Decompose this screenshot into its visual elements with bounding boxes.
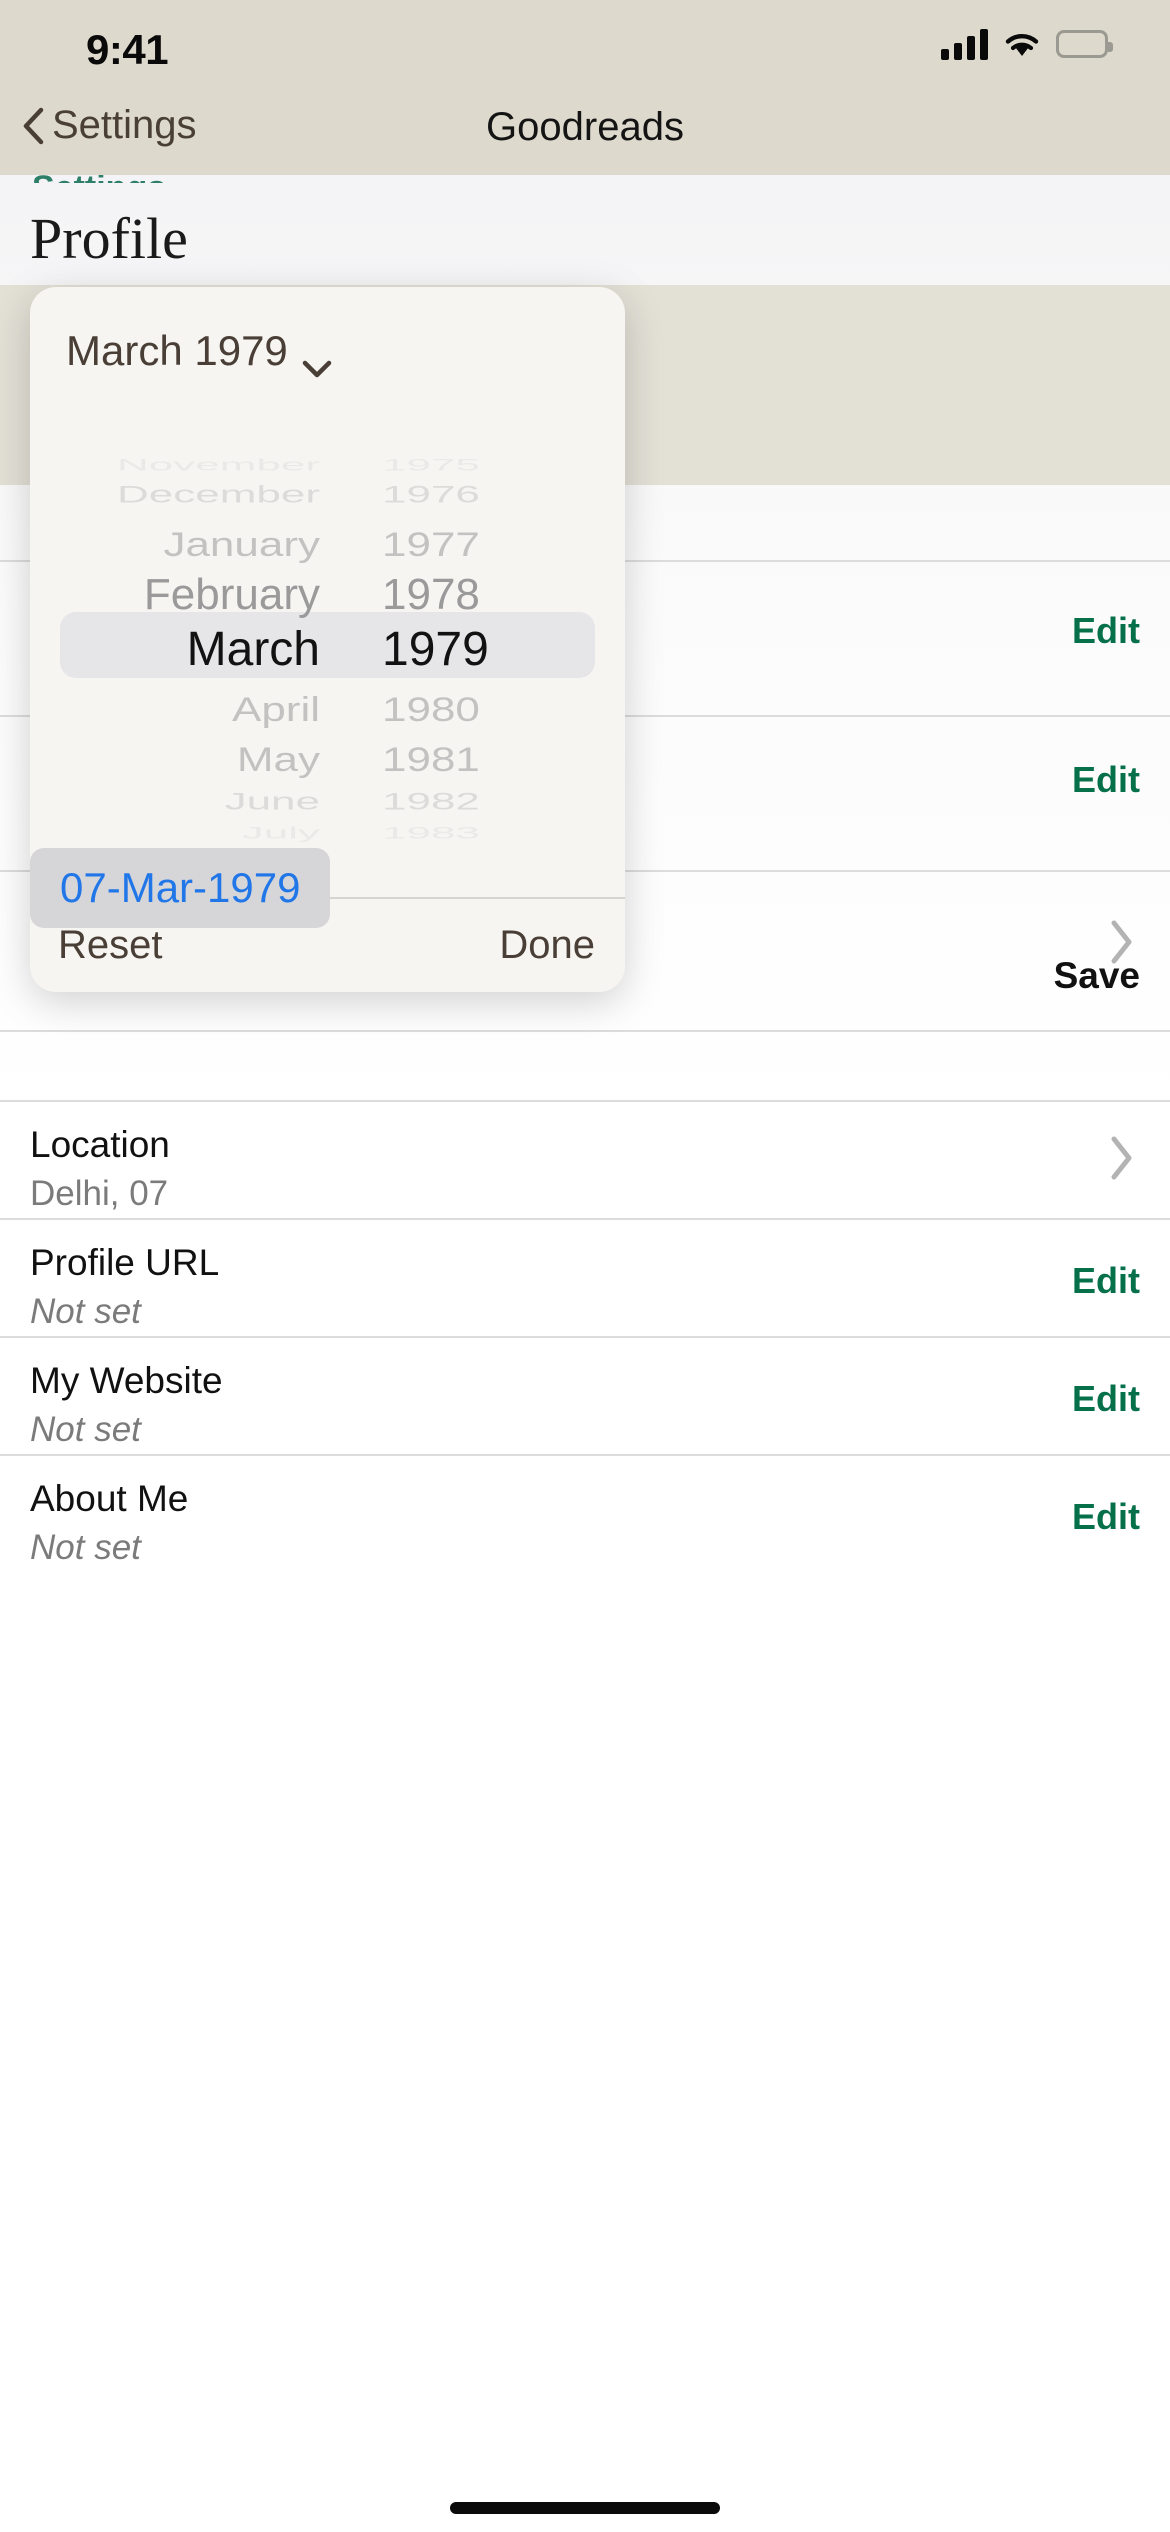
edit-button-hidden-1[interactable]: Edit	[1072, 610, 1140, 652]
year-option[interactable]: 1976	[360, 481, 625, 509]
row-title: Location	[30, 1124, 170, 1165]
status-bar: 9:41	[0, 0, 1170, 95]
list-item-my-website[interactable]: My Website Not set Edit	[0, 1336, 1170, 1454]
scroll-content[interactable]: Settings Profile Edit Edit Save March 19…	[0, 175, 1170, 2532]
month-option[interactable]: February	[30, 570, 360, 620]
save-button[interactable]: Save	[1054, 955, 1140, 997]
month-option[interactable]: November	[30, 456, 360, 475]
row-subtitle: Not set	[30, 1528, 141, 1567]
year-wheel[interactable]: 1975 1976 1977 1978 1979 1980 1981 1982 …	[360, 442, 625, 897]
month-option[interactable]: May	[30, 741, 360, 780]
status-bar-indicators	[941, 28, 1113, 60]
month-option[interactable]: December	[30, 481, 360, 509]
list-item-location[interactable]: Location Delhi, 07	[0, 1100, 1170, 1218]
month-option[interactable]: January	[30, 526, 360, 565]
year-option[interactable]: 1977	[360, 526, 625, 565]
year-option[interactable]: 1983	[360, 824, 625, 843]
list-item-about-me[interactable]: About Me Not set Edit	[0, 1454, 1170, 1572]
battery-icon	[1056, 30, 1113, 58]
month-option[interactable]: April	[30, 691, 360, 730]
year-option[interactable]: 1982	[360, 788, 625, 816]
year-option[interactable]: 1975	[360, 456, 625, 475]
row-subtitle: Not set	[30, 1410, 141, 1449]
edit-button-about-me[interactable]: Edit	[1072, 1496, 1140, 1538]
picker-wheels[interactable]: November December January February March…	[30, 442, 625, 897]
home-indicator	[450, 2502, 720, 2514]
cellular-signal-icon	[941, 28, 988, 60]
chevron-right-icon[interactable]	[1108, 1134, 1136, 1187]
reset-button[interactable]: Reset	[58, 923, 163, 968]
clipped-settings-text: Settings	[32, 175, 166, 183]
year-option[interactable]: 1981	[360, 741, 625, 780]
picker-month-year-toggle[interactable]: March 1979	[66, 327, 332, 378]
navigation-bar: Settings Goodreads	[0, 95, 1170, 175]
year-option[interactable]: 1980	[360, 691, 625, 730]
month-wheel[interactable]: November December January February March…	[30, 442, 360, 897]
row-title: My Website	[30, 1360, 223, 1401]
done-button[interactable]: Done	[499, 923, 595, 968]
picker-header-label: March 1979	[66, 327, 288, 374]
row-subtitle: Not set	[30, 1292, 141, 1331]
chevron-down-icon	[302, 341, 332, 378]
nav-title: Goodreads	[486, 105, 684, 149]
row-title: About Me	[30, 1478, 189, 1519]
selected-date-chip[interactable]: 07-Mar-1979	[30, 848, 331, 928]
status-bar-time: 9:41	[86, 26, 169, 73]
list-item-profile-url[interactable]: Profile URL Not set Edit	[0, 1218, 1170, 1336]
edit-button-my-website[interactable]: Edit	[1072, 1378, 1140, 1420]
month-option[interactable]: July	[30, 824, 360, 843]
month-option-selected[interactable]: March	[30, 622, 360, 677]
row-subtitle: Delhi, 07	[30, 1174, 169, 1213]
year-option-selected[interactable]: 1979	[360, 622, 625, 677]
year-option[interactable]: 1978	[360, 570, 625, 620]
row-title: Profile URL	[30, 1242, 220, 1283]
edit-button-hidden-2[interactable]: Edit	[1072, 759, 1140, 801]
phone-screen: 9:41 Settings Goodreads Profile Edit Edi…	[0, 0, 1170, 2532]
page-title: Profile	[30, 206, 188, 271]
month-option[interactable]: June	[30, 788, 360, 816]
edit-button-profile-url[interactable]: Edit	[1072, 1260, 1140, 1302]
wifi-icon	[1002, 29, 1042, 59]
